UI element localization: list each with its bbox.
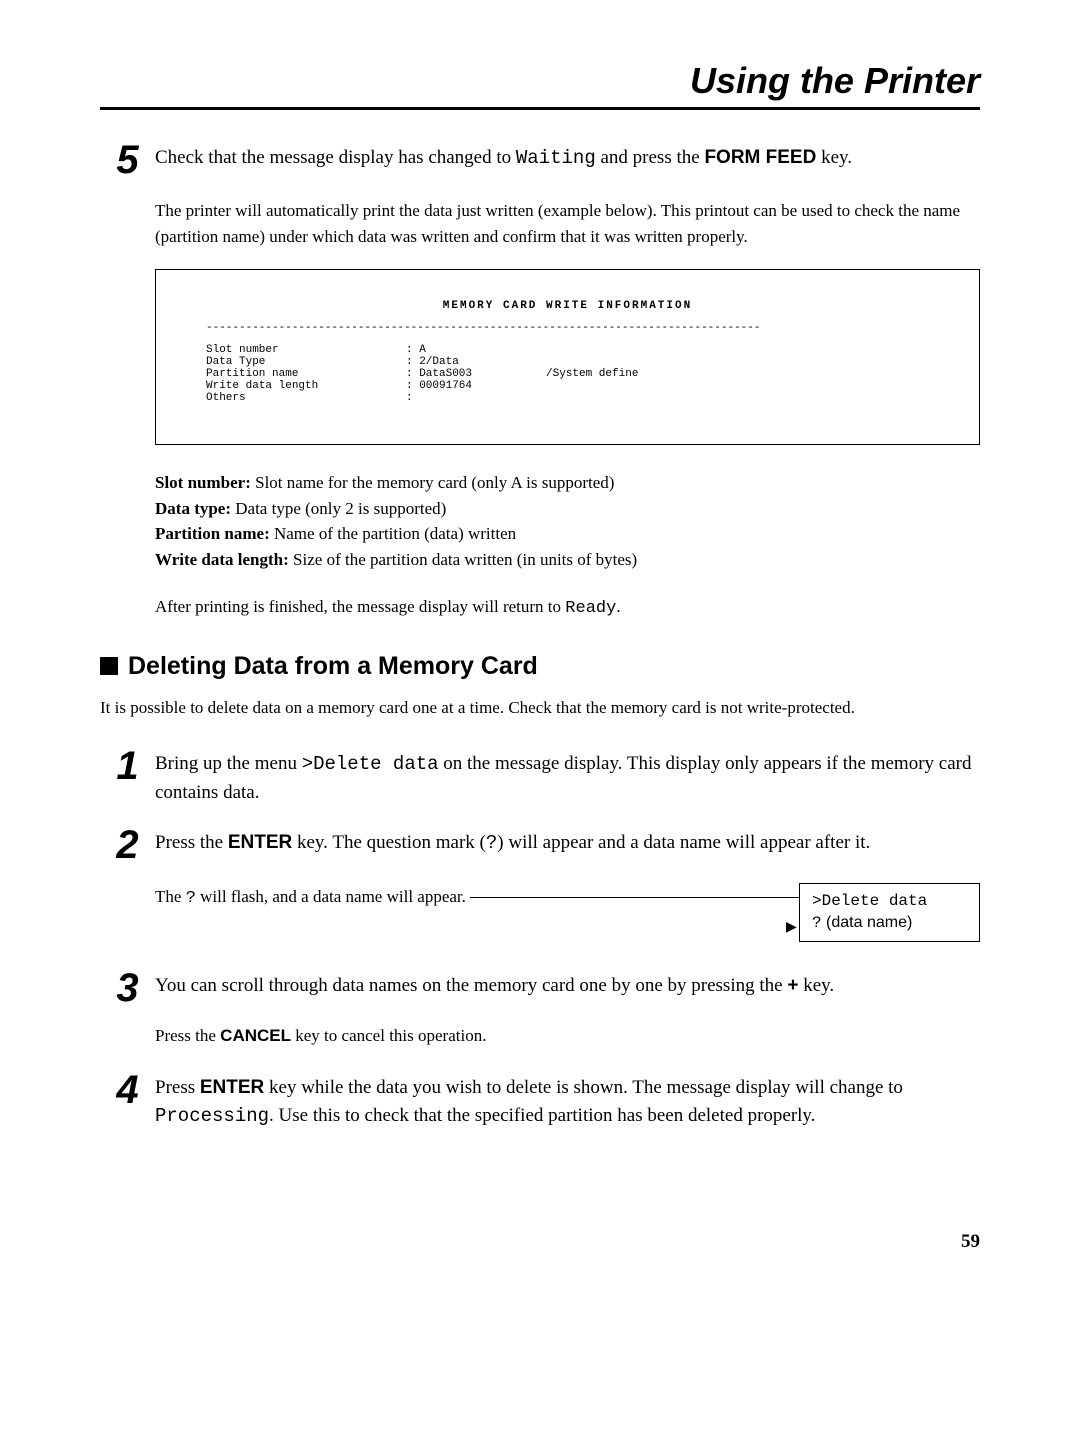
def-label: Write data length: [155, 550, 289, 569]
printout-title: MEMORY CARD WRITE INFORMATION [206, 300, 929, 312]
text: Press the [155, 1026, 220, 1045]
key-name: CANCEL [220, 1026, 291, 1045]
divider-dashes: ----------------------------------------… [206, 322, 929, 334]
step-2: 2 Press the ENTER key. The question mark… [100, 825, 980, 865]
printout-row: Partition name : DataS003 /System define [206, 368, 929, 380]
text: The [155, 887, 186, 906]
key-name: FORM FEED [704, 147, 816, 168]
step-number: 2 [100, 825, 155, 865]
key-name: ENTER [228, 832, 292, 853]
printout-row: Write data length : 00091764 [206, 380, 929, 392]
step-body: Press the ENTER key. The question mark (… [155, 825, 980, 865]
leader-line [470, 897, 799, 898]
printout-cell: Data Type [206, 356, 406, 368]
flash-row: The ? will flash, and a data name will a… [155, 883, 980, 942]
text: Press the [155, 832, 228, 853]
printout-cell: : A [406, 344, 546, 356]
step-body: Press ENTER key while the data you wish … [155, 1070, 980, 1131]
flash-text: The ? will flash, and a data name will a… [155, 883, 466, 908]
text: key while the data you wish to delete is… [264, 1077, 903, 1098]
mono-text: Waiting [516, 147, 596, 169]
step-number: 5 [100, 140, 155, 180]
printout-sample: MEMORY CARD WRITE INFORMATION ----------… [155, 269, 980, 445]
printout-cell: Slot number [206, 344, 406, 356]
printout-cell: : 2/Data [406, 356, 546, 368]
step-body: Bring up the menu >Delete data on the me… [155, 746, 980, 807]
step-1: 1 Bring up the menu >Delete data on the … [100, 746, 980, 807]
definitions: Slot number: Slot name for the memory ca… [155, 470, 980, 572]
step-body: You can scroll through data names on the… [155, 968, 980, 1008]
text: (data name) [822, 914, 913, 931]
display-box: ▶ >Delete data ? (data name) [799, 883, 980, 942]
page-number: 59 [100, 1231, 980, 1253]
text: . Use this to check that the specified p… [269, 1105, 815, 1126]
key-name: ENTER [200, 1077, 264, 1098]
def-label: Partition name: [155, 524, 270, 543]
section-intro: It is possible to delete data on a memor… [100, 695, 980, 721]
text: key. The question mark ( [292, 832, 486, 853]
key-name: + [787, 975, 798, 996]
text: key to cancel this operation. [291, 1026, 486, 1045]
mono-text: Ready [565, 599, 616, 618]
text: and press the [596, 147, 705, 168]
step-5: 5 Check that the message display has cha… [100, 140, 980, 180]
display-line: >Delete data [812, 890, 967, 912]
text: key. [816, 147, 852, 168]
step-3: 3 You can scroll through data names on t… [100, 968, 980, 1008]
text: will flash, and a data name will appear. [196, 887, 466, 906]
def-text: Size of the partition data written (in u… [289, 550, 637, 569]
printout-cell: : DataS003 [406, 368, 546, 380]
printout-cell: Write data length [206, 380, 406, 392]
text: Bring up the menu [155, 753, 302, 774]
page-header: Using the Printer [100, 60, 980, 110]
printout-cell: Others [206, 392, 406, 404]
printout-row: Data Type : 2/Data [206, 356, 929, 368]
def-text: Name of the partition (data) written [270, 524, 516, 543]
step-4: 4 Press ENTER key while the data you wis… [100, 1070, 980, 1131]
text: After printing is finished, the message … [155, 597, 565, 616]
step-number: 1 [100, 746, 155, 807]
step-number: 4 [100, 1070, 155, 1131]
printout-row: Others : [206, 392, 929, 404]
square-bullet-icon [100, 657, 118, 675]
mono-text: Processing [155, 1105, 269, 1127]
printout-cell: Partition name [206, 368, 406, 380]
heading-text: Deleting Data from a Memory Card [128, 652, 538, 680]
text: Check that the message display has chang… [155, 147, 516, 168]
after-print-note: After printing is finished, the message … [155, 594, 980, 622]
text: You can scroll through data names on the… [155, 975, 787, 996]
arrow-icon: ▶ [786, 918, 797, 938]
def-label: Data type: [155, 499, 231, 518]
printout-row: Slot number : A [206, 344, 929, 356]
text: ) will appear and a data name will appea… [497, 832, 870, 853]
printout-cell: : 00091764 [406, 380, 546, 392]
section-heading: Deleting Data from a Memory Card [100, 652, 980, 681]
step-body: Check that the message display has chang… [155, 140, 980, 180]
printout-cell: : [406, 392, 546, 404]
def-text: Data type (only 2 is supported) [231, 499, 446, 518]
text: . [616, 597, 620, 616]
def-text: Slot name for the memory card (only A is… [251, 473, 615, 492]
text: Press [155, 1077, 200, 1098]
printout-cell: /System define [546, 368, 638, 380]
text: key. [798, 975, 834, 996]
step-note: Press the CANCEL key to cancel this oper… [155, 1026, 980, 1046]
display-line: ? (data name) [812, 912, 967, 934]
mono-text: ? [186, 889, 196, 908]
mono-text: ? [812, 914, 822, 932]
def-label: Slot number: [155, 473, 251, 492]
step-paragraph: The printer will automatically print the… [155, 198, 980, 249]
step-number: 3 [100, 968, 155, 1008]
mono-text: ? [486, 832, 497, 854]
mono-text: >Delete data [302, 753, 439, 775]
